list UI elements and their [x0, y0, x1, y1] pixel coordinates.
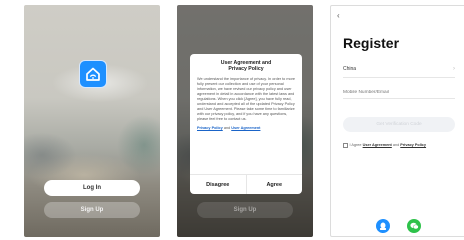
and-text: and [223, 126, 231, 130]
country-divider [343, 77, 455, 78]
wechat-icon [409, 222, 419, 230]
dialog-actions: Disagree Agree [190, 174, 302, 194]
privacy-policy-link[interactable]: Privacy Policy [400, 143, 426, 147]
login-button[interactable]: Log In [44, 180, 140, 196]
get-code-button[interactable]: Get Verification Code [343, 117, 455, 132]
wechat-login-button[interactable] [407, 219, 421, 233]
qq-login-button[interactable] [376, 219, 390, 233]
agree-prefix: I Agree [349, 143, 362, 148]
user-agreement-link[interactable]: User Agreement [363, 143, 392, 147]
chevron-right-icon: › [453, 66, 455, 72]
page-title: Register [343, 35, 400, 51]
dialog-body: We understand the importance of privacy.… [197, 77, 295, 121]
privacy-policy-link[interactable]: Privacy Policy [197, 126, 223, 130]
agree-checkbox[interactable] [343, 143, 348, 148]
agreement-row: I Agree User Agreement and Privacy Polic… [343, 143, 463, 148]
agree-button[interactable]: Agree [245, 175, 303, 194]
input-underline [343, 98, 455, 99]
register-screen: ‹ Register China › Get Verification Code… [330, 5, 464, 237]
welcome-screen: Log In Sign Up [24, 5, 160, 237]
mobile-email-input[interactable] [343, 87, 455, 97]
qq-icon [379, 222, 387, 230]
app-logo [79, 60, 107, 88]
country-selector[interactable]: China › [343, 66, 455, 76]
dialog-title: User Agreement and Privacy Policy [220, 60, 272, 72]
country-value: China [343, 66, 357, 72]
disagree-button[interactable]: Disagree [190, 175, 246, 194]
signup-button[interactable]: Sign Up [44, 202, 140, 218]
chevron-left-icon[interactable]: ‹ [337, 11, 340, 20]
signup-button-behind: Sign Up [197, 202, 293, 218]
and-text: and [392, 143, 400, 148]
home-wifi-icon [86, 67, 100, 81]
dialog-links: Privacy Policy and User Agreement [197, 126, 295, 130]
agreement-dialog: User Agreement and Privacy Policy We und… [190, 54, 302, 194]
agreement-screen: Sign Up User Agreement and Privacy Polic… [177, 5, 313, 237]
user-agreement-link[interactable]: User Agreement [231, 126, 260, 130]
